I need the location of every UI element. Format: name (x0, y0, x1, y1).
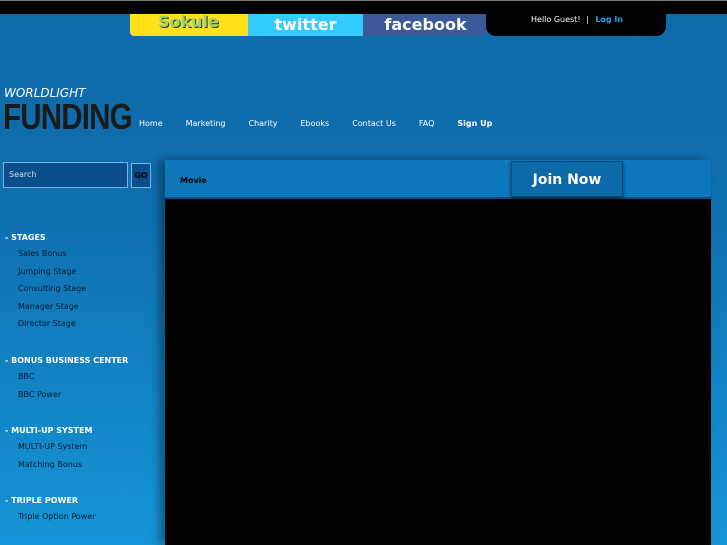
sidebar-item[interactable]: Consulting Stage (0, 280, 165, 298)
sidebar-item[interactable]: BBC Power (0, 386, 165, 404)
sidebar-item[interactable]: Triple Option Power (0, 508, 165, 526)
search-go-button[interactable]: GO (131, 163, 151, 188)
section-triple-power[interactable]: - TRIPLE POWER (0, 493, 165, 508)
nav-charity[interactable]: Charity (249, 119, 278, 128)
sidebar-item[interactable]: BBC (0, 368, 165, 386)
section-bbc[interactable]: - BONUS BUSINESS CENTER (0, 353, 165, 368)
nav-faq[interactable]: FAQ (419, 119, 435, 128)
top-bar (0, 0, 727, 14)
sidebar-item[interactable]: Director Stage (0, 315, 165, 333)
sidebar-item[interactable]: MULTI-UP System (0, 438, 165, 456)
login-link[interactable]: Log In (595, 15, 623, 24)
join-now-button[interactable]: Join Now (511, 161, 623, 197)
nav-ebooks[interactable]: Ebooks (300, 119, 329, 128)
logo-main[interactable]: FUNDING (3, 96, 133, 138)
section-stages[interactable]: - STAGES (0, 230, 165, 245)
main-content: Movie (165, 160, 711, 545)
nav-marketing[interactable]: Marketing (186, 119, 226, 128)
sidebar-item[interactable]: Jumping Stage (0, 263, 165, 281)
content-title: Movie (165, 160, 711, 199)
sidebar: - STAGES Sales Bonus Jumping Stage Consu… (0, 230, 165, 526)
video-player[interactable] (165, 199, 711, 545)
sokule-logo[interactable]: Sokule (158, 2, 219, 42)
nav-home[interactable]: Home (139, 119, 163, 128)
section-multiup[interactable]: - MULTI-UP SYSTEM (0, 423, 165, 438)
sidebar-item[interactable]: Sales Bonus (0, 245, 165, 263)
search-input[interactable]: Search (3, 162, 128, 188)
nav-contact[interactable]: Contact Us (352, 119, 396, 128)
greeting: Hello Guest! (531, 15, 581, 24)
sidebar-item[interactable]: Manager Stage (0, 298, 165, 316)
sidebar-item[interactable]: Matching Bonus (0, 456, 165, 474)
main-nav: Home Marketing Charity Ebooks Contact Us… (139, 119, 515, 128)
facebook-link[interactable]: facebook (363, 14, 488, 36)
nav-signup[interactable]: Sign Up (457, 119, 492, 128)
user-bar: Hello Guest! | Log In (486, 14, 666, 36)
twitter-link[interactable]: twitter (248, 14, 363, 36)
separator: | (586, 15, 589, 24)
